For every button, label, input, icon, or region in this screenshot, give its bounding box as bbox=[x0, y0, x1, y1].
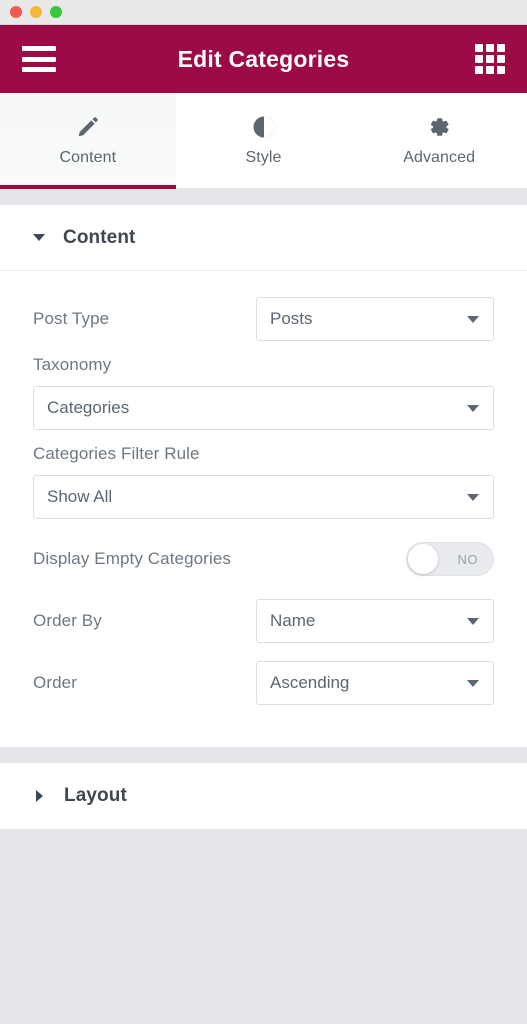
minimize-window-button[interactable] bbox=[30, 6, 42, 18]
section-content: Content Post Type Posts Taxonomy Categor… bbox=[0, 205, 527, 747]
field-taxonomy: Taxonomy Categories bbox=[33, 355, 494, 430]
tab-bar: Content Style Advanced bbox=[0, 93, 527, 189]
chevron-right-icon bbox=[36, 790, 43, 802]
tab-content-label: Content bbox=[59, 149, 117, 166]
field-order-by: Order By Name bbox=[33, 595, 494, 647]
contrast-icon bbox=[252, 114, 276, 140]
categories-filter-rule-value: Show All bbox=[47, 487, 113, 506]
taxonomy-label: Taxonomy bbox=[33, 355, 112, 374]
zoom-window-button[interactable] bbox=[50, 6, 62, 18]
grid-apps-icon[interactable] bbox=[475, 44, 505, 74]
section-content-title: Content bbox=[63, 226, 136, 248]
pencil-icon bbox=[76, 114, 100, 140]
panel-spacer-mid bbox=[0, 747, 527, 763]
panel-spacer-top bbox=[0, 189, 527, 205]
window-titlebar bbox=[0, 0, 527, 25]
order-by-label: Order By bbox=[33, 611, 102, 630]
gear-icon bbox=[427, 114, 451, 140]
display-empty-categories-state: NO bbox=[457, 551, 478, 567]
order-by-value: Name bbox=[270, 611, 316, 630]
tab-advanced[interactable]: Advanced bbox=[351, 93, 527, 188]
tab-style-label: Style bbox=[245, 149, 282, 166]
display-empty-categories-label: Display Empty Categories bbox=[33, 549, 231, 568]
section-layout: Layout bbox=[0, 763, 527, 829]
tab-style[interactable]: Style bbox=[175, 93, 352, 188]
section-layout-header[interactable]: Layout bbox=[0, 763, 527, 829]
app-window: Edit Categories Content Style Advanced C… bbox=[0, 0, 527, 1024]
section-content-header[interactable]: Content bbox=[0, 205, 527, 271]
hamburger-icon[interactable] bbox=[22, 46, 56, 72]
taxonomy-select[interactable]: Categories bbox=[33, 386, 494, 430]
toggle-knob bbox=[408, 544, 438, 574]
tab-advanced-label: Advanced bbox=[403, 149, 476, 166]
field-post-type: Post Type Posts bbox=[33, 293, 494, 345]
page-title: Edit Categories bbox=[177, 45, 350, 72]
post-type-select[interactable]: Posts bbox=[256, 297, 494, 341]
order-value: Ascending bbox=[270, 673, 350, 692]
order-select[interactable]: Ascending bbox=[256, 661, 494, 705]
field-order: Order Ascending bbox=[33, 657, 494, 709]
order-label: Order bbox=[33, 673, 77, 692]
categories-filter-rule-label: Categories Filter Rule bbox=[33, 444, 200, 463]
display-empty-categories-toggle[interactable]: NO bbox=[406, 542, 494, 576]
taxonomy-value: Categories bbox=[47, 398, 130, 417]
field-categories-filter-rule: Categories Filter Rule Show All bbox=[33, 444, 494, 519]
post-type-value: Posts bbox=[270, 309, 313, 328]
section-content-body: Post Type Posts Taxonomy Categories Cate… bbox=[0, 271, 527, 747]
tab-content[interactable]: Content bbox=[0, 93, 176, 189]
post-type-label: Post Type bbox=[33, 309, 110, 328]
categories-filter-rule-select[interactable]: Show All bbox=[33, 475, 494, 519]
close-window-button[interactable] bbox=[10, 6, 22, 18]
order-by-select[interactable]: Name bbox=[256, 599, 494, 643]
chevron-down-icon bbox=[33, 234, 45, 241]
panel-empty-area bbox=[0, 829, 527, 1024]
app-header: Edit Categories bbox=[0, 25, 527, 93]
field-display-empty-categories: Display Empty Categories NO bbox=[33, 533, 494, 585]
section-layout-title: Layout bbox=[64, 785, 127, 806]
settings-panel: Content Post Type Posts Taxonomy Categor… bbox=[0, 189, 527, 1024]
